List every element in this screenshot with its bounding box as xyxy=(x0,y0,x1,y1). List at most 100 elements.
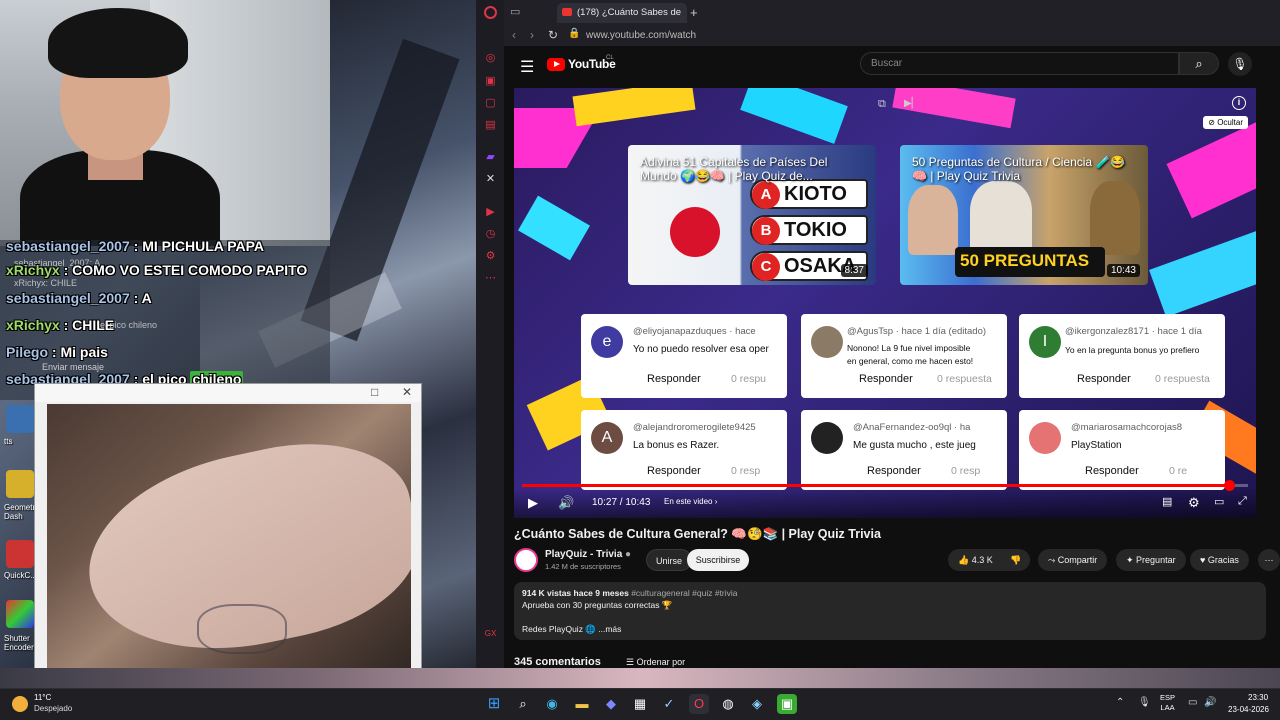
reply-button[interactable]: Responder xyxy=(853,460,935,482)
ask-button[interactable]: ✦ Preguntar xyxy=(1116,549,1186,571)
lock-icon: 🔒 xyxy=(568,28,581,39)
network-icon[interactable]: ▭ xyxy=(1188,697,1197,708)
forward-button[interactable]: › xyxy=(530,28,534,42)
replies-count[interactable]: 0 resp xyxy=(951,460,980,482)
tab-menu-icon[interactable]: ▭ xyxy=(510,5,520,18)
maximize-icon[interactable]: □ xyxy=(371,385,378,399)
clock-time[interactable]: 23:30 xyxy=(1248,693,1268,702)
discord-icon[interactable]: ◆ xyxy=(601,694,621,714)
thanks-button[interactable]: ♥ Gracias xyxy=(1190,549,1249,571)
reply-button[interactable]: Responder xyxy=(633,460,715,482)
endcard-video-2[interactable]: 50 PREGUNTAS 50 Preguntas de Cultura / C… xyxy=(900,145,1148,285)
tts-app-icon[interactable] xyxy=(6,405,34,433)
weather-temperature[interactable]: 11°C xyxy=(34,693,51,702)
aria-icon[interactable]: ◎ xyxy=(484,52,497,65)
info-icon[interactable]: i xyxy=(1232,96,1246,110)
more-actions-button[interactable]: ⋯ xyxy=(1258,549,1280,571)
fullscreen-icon[interactable]: ⤢ xyxy=(1238,495,1247,508)
language-indicator[interactable]: ESP LAA xyxy=(1160,693,1175,713)
twitch-panel-icon[interactable]: ▢ xyxy=(484,97,497,110)
reply-button[interactable]: Responder xyxy=(1071,460,1153,482)
chapter-button[interactable]: En este video › xyxy=(664,497,717,506)
file-explorer-icon[interactable]: ▬ xyxy=(572,694,592,714)
comment-text: PlayStation xyxy=(1071,440,1122,451)
clock-date[interactable]: 23-04-2026 xyxy=(1228,705,1269,714)
subtitles-icon[interactable]: ▤ xyxy=(1162,495,1172,508)
microphone-icon[interactable]: 🎙 xyxy=(1138,697,1151,708)
search-input[interactable]: Buscar xyxy=(860,52,1179,75)
comment-text: Yo no puedo resolver esa oper xyxy=(633,344,769,355)
new-tab-button[interactable]: + xyxy=(690,5,698,20)
comment-card: e @eliyojanapazduques · hace Yo no puedo… xyxy=(581,314,787,398)
subscribe-button[interactable]: Suscribirse xyxy=(687,549,749,571)
opera-gx-icon[interactable]: O xyxy=(689,694,709,714)
reload-button[interactable]: ↻ xyxy=(548,28,558,42)
hide-endscreen-button[interactable]: ⊘ Ocultar xyxy=(1203,116,1248,129)
avatar[interactable] xyxy=(514,548,538,572)
search-icon[interactable]: ⌕ xyxy=(513,694,533,714)
volume-icon[interactable]: 🔊 xyxy=(558,495,574,511)
replies-count[interactable]: 0 re xyxy=(1169,460,1187,482)
like-button[interactable]: 👍 4.3 K xyxy=(958,549,993,571)
replies-count[interactable]: 0 resp xyxy=(731,460,760,482)
close-icon[interactable]: ✕ xyxy=(402,385,412,399)
windows-start-icon[interactable]: ⊞ xyxy=(484,694,504,714)
channel-name[interactable]: PlayQuiz - Trivia ● xyxy=(545,549,631,560)
play-icon[interactable]: ▶ xyxy=(528,495,538,511)
next-icon[interactable]: ▶▏ xyxy=(904,98,919,109)
obs-studio-icon[interactable]: ◍ xyxy=(718,694,738,714)
volume-icon[interactable]: 🔊 xyxy=(1204,697,1216,708)
weather-moon-icon[interactable] xyxy=(12,696,28,712)
tab-youtube[interactable]: (178) ¿Cuánto Sabes de Cu xyxy=(557,3,687,23)
hamburger-menu-icon[interactable]: ☰ xyxy=(520,57,534,77)
geometry-dash-icon[interactable] xyxy=(6,470,34,498)
replies-count[interactable]: 0 respuesta xyxy=(1155,368,1210,390)
reply-button[interactable]: Responder xyxy=(633,368,715,390)
twitch-icon[interactable]: ▰ xyxy=(484,151,497,164)
steam-icon[interactable]: ✓ xyxy=(659,694,679,714)
bag-icon[interactable]: ▣ xyxy=(484,75,497,88)
gx-icon[interactable]: GX xyxy=(484,627,497,640)
join-button[interactable]: Unirse xyxy=(646,549,692,571)
shutter-encoder-icon[interactable] xyxy=(6,600,34,628)
progress-bar[interactable] xyxy=(522,480,1248,491)
settings-icon[interactable]: ⚙ xyxy=(1188,495,1200,511)
option-letter: A xyxy=(752,181,780,209)
dislike-button[interactable]: 👎 xyxy=(1010,549,1021,571)
japan-flag-icon xyxy=(670,207,720,257)
obs-app-icon[interactable]: ▦ xyxy=(630,694,650,714)
reply-button[interactable]: Responder xyxy=(1063,368,1145,390)
reply-button[interactable]: Responder xyxy=(845,368,927,390)
app-green-icon[interactable]: ▣ xyxy=(777,694,797,714)
description-more[interactable]: Redes PlayQuiz 🌐 ...más xyxy=(522,624,621,635)
quickcut-icon[interactable] xyxy=(6,540,34,568)
opera-logo-icon[interactable] xyxy=(484,6,497,19)
share-button[interactable]: ⤳ Compartir xyxy=(1038,549,1108,571)
app-icon[interactable]: ◈ xyxy=(747,694,767,714)
endcard-face xyxy=(970,181,1032,255)
x-twitter-icon[interactable]: ✕ xyxy=(484,173,497,186)
chat-message: sebastiangel_2007 : A xyxy=(6,290,152,306)
chat-panel-icon[interactable]: ▤ xyxy=(484,119,497,132)
player-icon[interactable]: ▶ xyxy=(484,206,497,219)
weather-description[interactable]: Despejado xyxy=(34,704,72,713)
history-icon[interactable]: ◷ xyxy=(484,228,497,241)
settings-icon[interactable]: ⚙ xyxy=(484,250,497,263)
streamer-webcam xyxy=(0,0,330,246)
miniplayer-icon[interactable]: ⧉ xyxy=(878,98,886,111)
phone-camera-window: □ ✕ xyxy=(34,383,422,677)
edge-icon[interactable]: ◉ xyxy=(542,694,562,714)
video-description[interactable]: 914 K vistas hace 9 meses #culturagenera… xyxy=(514,582,1266,640)
replies-count[interactable]: 0 respuesta xyxy=(937,368,992,390)
sort-comments-button[interactable]: ☰ Ordenar por xyxy=(626,657,685,668)
theater-mode-icon[interactable]: ▭ xyxy=(1214,495,1224,508)
video-player[interactable]: i ⊘ Ocultar ⧉ ▶▏ A KIOTO B TOKIO C OSAKA… xyxy=(514,88,1256,518)
more-panels-icon[interactable]: ⋯ xyxy=(484,272,497,285)
replies-count[interactable]: 0 respu xyxy=(731,368,766,390)
voice-search-button[interactable]: 🎙 xyxy=(1228,52,1252,76)
chevron-up-icon[interactable]: ⌃ xyxy=(1116,697,1124,708)
back-button[interactable]: ‹ xyxy=(512,28,516,42)
search-button[interactable]: ⌕ xyxy=(1179,52,1219,75)
endcard-video-1[interactable]: A KIOTO B TOKIO C OSAKA Adivina 51 Capit… xyxy=(628,145,876,285)
url-field[interactable]: www.youtube.com/watch xyxy=(586,30,696,41)
